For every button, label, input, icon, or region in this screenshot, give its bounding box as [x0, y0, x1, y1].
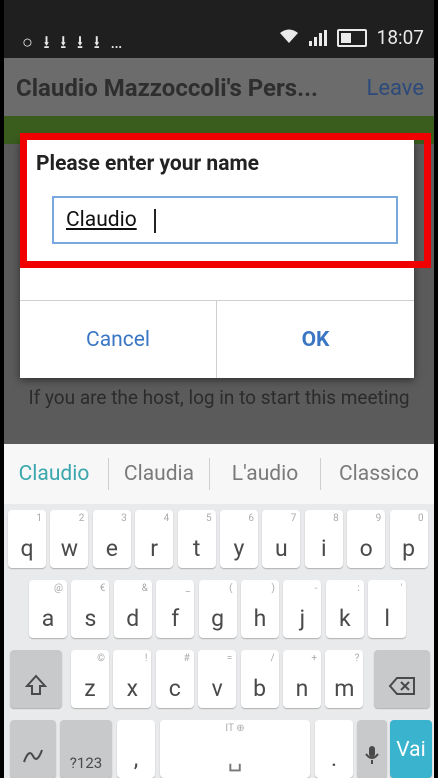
key-o[interactable]: 9o [347, 510, 386, 568]
key-s[interactable]: € s [71, 580, 110, 638]
key-w[interactable]: 2w [50, 510, 89, 568]
key-z[interactable]: © z [71, 650, 109, 708]
suggestion-item[interactable]: Claudia [109, 462, 209, 486]
key-t[interactable]: 5t [177, 510, 216, 568]
wifi-icon [279, 26, 299, 49]
key-m[interactable]: ? m [325, 650, 364, 708]
key-q[interactable]: 1q [8, 510, 46, 568]
status-time: 18:07 [376, 26, 424, 49]
key-x[interactable]: ! x [113, 650, 152, 708]
key-k[interactable]: :k [325, 580, 364, 638]
app-header: Claudio Mazzoccoli's Pers... Leave [0, 58, 438, 116]
comma-key[interactable]: , [117, 720, 155, 778]
key-b[interactable]: / b [240, 650, 279, 708]
key-p[interactable]: 0p [389, 510, 428, 568]
shift-key-icon[interactable] [10, 650, 62, 708]
key-e[interactable]: 3e [92, 510, 131, 568]
key-h[interactable]: ) h [241, 580, 279, 638]
highlight-box [20, 133, 431, 268]
key-u[interactable]: 7u [262, 510, 301, 568]
key-c[interactable]: # c [155, 650, 194, 708]
key-f[interactable]: _ f [156, 580, 195, 638]
leave-button[interactable]: Leave [366, 76, 424, 101]
key-l[interactable]: ' l [368, 580, 407, 638]
key-g[interactable]: (g [198, 580, 237, 638]
status-bar: ○ ⭳ ⭳ ⭳ ⭳ … 18:07 [0, 0, 438, 58]
mic-key-icon[interactable] [357, 720, 387, 778]
meeting-title: Claudio Mazzoccoli's Pers... [16, 74, 319, 102]
key-n[interactable]: + n [283, 650, 321, 708]
key-d[interactable]: & d [113, 580, 152, 638]
host-login-hint: If you are the host, log in to start thi… [28, 386, 410, 409]
battery-icon [336, 28, 367, 47]
soft-keyboard: Claudio Claudia L'audio Classico 1q2w3e4… [0, 444, 438, 778]
key-a[interactable]: @ a [29, 580, 67, 638]
key-v[interactable]: = v [198, 650, 237, 708]
suggestion-item[interactable]: Claudio [0, 462, 108, 486]
key-i[interactable]: 8i [304, 510, 343, 568]
handwriting-key-icon[interactable] [10, 720, 56, 778]
backspace-key-icon[interactable] [374, 650, 430, 708]
go-key[interactable]: Vai [390, 720, 432, 778]
symbols-key[interactable]: ?123 [60, 720, 112, 778]
period-key[interactable]: . [315, 720, 353, 778]
phone-screen: ○ ⭳ ⭳ ⭳ ⭳ … 18:07 Claudio Mazzoccoli's P… [0, 0, 438, 778]
cancel-button[interactable]: Cancel [20, 301, 217, 378]
key-y[interactable]: 6y [220, 510, 258, 568]
ok-button[interactable]: OK [217, 301, 414, 378]
space-key[interactable]: IT ⊕ ␣ [160, 720, 310, 778]
suggestion-bar: Claudio Claudia L'audio Classico [0, 444, 438, 504]
signal-icon [308, 29, 327, 46]
suggestion-item[interactable]: L'audio [210, 462, 320, 486]
key-j[interactable]: -j [283, 580, 322, 638]
key-r[interactable]: 4r [135, 510, 174, 568]
notification-icons: ○ ⭳ ⭳ ⭳ ⭳ … [22, 32, 126, 53]
suggestion-item[interactable]: Classico [321, 462, 437, 486]
